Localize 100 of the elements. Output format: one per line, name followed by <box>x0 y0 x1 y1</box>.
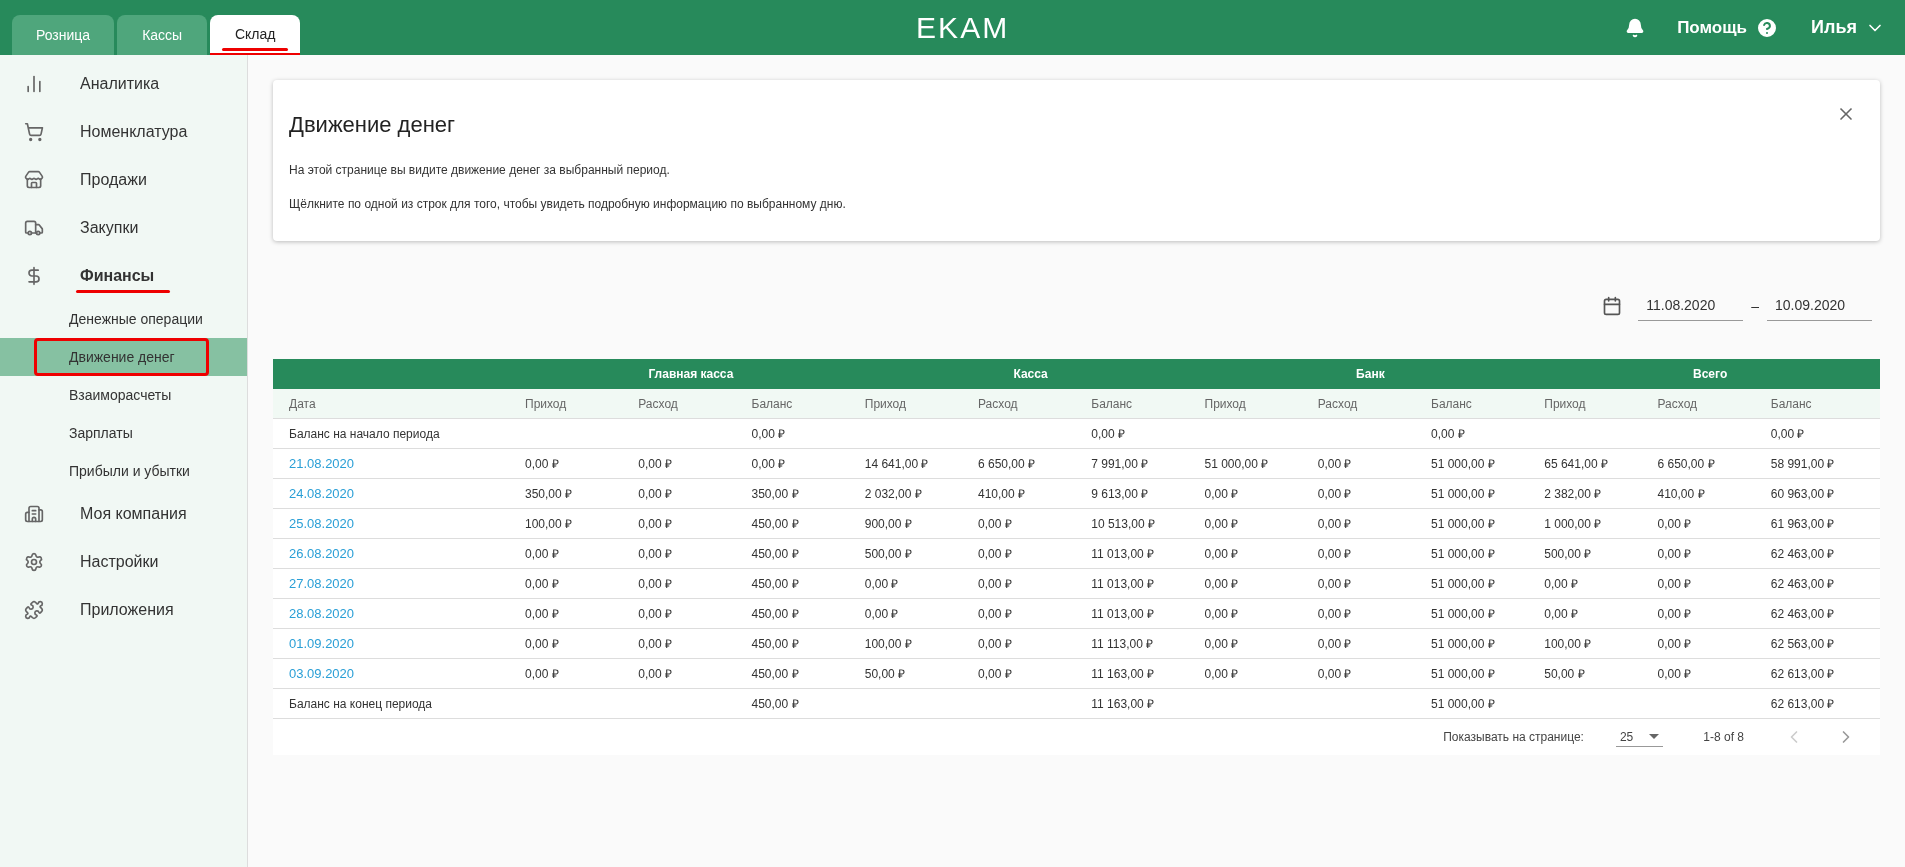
table-cell-text: 450,00 ₽ <box>750 515 800 533</box>
sidebar-item[interactable]: Номенклатура <box>0 108 247 156</box>
sidebar-item[interactable]: Настройки <box>0 538 247 586</box>
table-cell-text: 51 000,00 ₽ <box>1430 605 1496 623</box>
row-label: Баланс на начало периода <box>288 425 441 443</box>
column-header: Расход <box>977 395 1019 413</box>
table-cell-text: 62 463,00 ₽ <box>1769 605 1836 623</box>
table-cell-text: 11 163,00 ₽ <box>1090 695 1156 713</box>
row-label: Баланс на конец периода <box>288 695 434 713</box>
table-cell-text: 0,00 ₽ <box>1203 605 1240 623</box>
date-separator: – <box>1751 296 1759 316</box>
sidebar-item[interactable]: Приложения <box>0 586 247 634</box>
column-header: Баланс <box>1090 395 1134 413</box>
table-cell-text: 11 013,00 ₽ <box>1090 605 1156 623</box>
table-cell-text: 62 463,00 ₽ <box>1769 545 1836 563</box>
table-cell-text: 62 563,00 ₽ <box>1769 635 1836 653</box>
page-size-label: Показывать на странице: <box>1443 729 1584 746</box>
column-header: Баланс <box>1769 395 1813 413</box>
table-cell-text: 0,00 ₽ <box>863 605 900 623</box>
table-cell-text: 51 000,00 ₽ <box>1430 545 1496 563</box>
table-cell-text: 51 000,00 ₽ <box>1430 515 1496 533</box>
table-cell-text: 0,00 ₽ <box>1090 425 1126 443</box>
page-size-select[interactable]: 25 <box>1615 727 1664 747</box>
table-cell-text: 350,00 ₽ <box>524 485 574 503</box>
sidebar-item[interactable]: Закупки <box>0 204 247 252</box>
column-header: Расход <box>1656 395 1699 413</box>
table-cell-text: 0,00 ₽ <box>1316 485 1353 503</box>
table-cell-text: 0,00 ₽ <box>1656 665 1693 683</box>
table-cell-text: 0,00 ₽ <box>637 455 673 473</box>
sidebar-subitem[interactable]: Движение денег <box>0 338 247 376</box>
sidebar-subitem[interactable]: Зарплаты <box>0 414 247 452</box>
table-cell-text: 0,00 ₽ <box>524 545 560 563</box>
bell-icon[interactable] <box>1625 17 1646 38</box>
sidebar-item[interactable]: Продажи <box>0 156 247 204</box>
table-cell-text: 50,00 ₽ <box>1543 665 1586 683</box>
building-icon <box>24 504 44 524</box>
column-header: Расход <box>637 395 679 413</box>
truck-icon <box>24 218 44 238</box>
table-cell-text: 11 163,00 ₽ <box>1090 665 1156 683</box>
table-cell-text: 9 613,00 ₽ <box>1090 485 1150 503</box>
date-to-field[interactable]: 10.09.2020 <box>1767 291 1872 321</box>
table-cell-text: 0,00 ₽ <box>637 485 673 503</box>
table-cell-text: 450,00 ₽ <box>750 695 800 713</box>
table-cell-text: 51 000,00 ₽ <box>1430 635 1496 653</box>
table-cell-text: 100,00 ₽ <box>1543 635 1593 653</box>
table-cell-text: 0,00 ₽ <box>1543 605 1579 623</box>
table-cell-text: 0,00 ₽ <box>1656 515 1693 533</box>
table-cell-text: 0,00 ₽ <box>863 575 900 593</box>
table-cell-text: 900,00 ₽ <box>863 515 913 533</box>
sidebar-subitem[interactable]: Взаиморасчеты <box>0 376 247 414</box>
table-cell-text: 0,00 ₽ <box>637 665 673 683</box>
table-cell-text: 14 641,00 ₽ <box>863 455 930 473</box>
table-row[interactable]: 24.08.2020 350,00 ₽ 0,00 ₽ 350,00 ₽ 2 032,00 ₽ 410,00 ₽ 9 613,00 ₽ 0,00 ₽ 0,00 ₽ 51 000,00 ₽ 2 382,00 ₽ 410,00 ₽ 60 963,00 ₽ <box>273 479 1880 509</box>
table-row[interactable]: 26.08.2020 0,00 ₽ 0,00 ₽ 450,00 ₽ 500,00 ₽ 0,00 ₽ 11 013,00 ₽ 0,00 ₽ 0,00 ₽ 51 000,00 ₽ 500,00 ₽ 0,00 ₽ 62 463,00 ₽ <box>273 539 1880 569</box>
group-header: Главная касса <box>647 366 735 383</box>
table-cell-text: 62 613,00 ₽ <box>1769 695 1836 713</box>
table-cell-text: 0,00 ₽ <box>1203 545 1240 563</box>
table-row[interactable]: 21.08.2020 0,00 ₽ 0,00 ₽ 0,00 ₽ 14 641,00 ₽ 6 650,00 ₽ 7 991,00 ₽ 51 000,00 ₽ 0,00 ₽ 51 000,00 ₽ 65 641,00 ₽ 6 650,00 ₽ 58 991,00 ₽ <box>273 449 1880 479</box>
page-range: 1-8 of 8 <box>1703 729 1744 746</box>
table-row[interactable]: Баланс на конец периода 450,00 ₽ 11 163,00 ₽ 51 000,00 ₽ 62 613,00 ₽ <box>273 689 1880 719</box>
table-row[interactable]: 25.08.2020 100,00 ₽ 0,00 ₽ 450,00 ₽ 900,00 ₽ 0,00 ₽ 10 513,00 ₽ 0,00 ₽ 0,00 ₽ 51 000,00 ₽ 1 000,00 ₽ 0,00 ₽ 61 963,00 ₽ <box>273 509 1880 539</box>
table-cell-text: 0,00 ₽ <box>1316 545 1353 563</box>
tab[interactable]: Склад <box>210 15 301 55</box>
puzzle-icon <box>24 600 44 620</box>
table-cell-text: 10 513,00 ₽ <box>1090 515 1156 533</box>
table-cell-text: 0,00 ₽ <box>977 665 1013 683</box>
table-cell-text: 0,00 ₽ <box>637 635 673 653</box>
table-cell-text: 0,00 ₽ <box>1316 635 1353 653</box>
sidebar-subitem[interactable]: Денежные операции <box>0 300 247 338</box>
table-cell-text: 62 613,00 ₽ <box>1769 665 1836 683</box>
dropdown-caret-icon <box>1649 734 1660 739</box>
sidebar-item[interactable]: Аналитика <box>0 60 247 108</box>
user-menu[interactable]: Илья <box>1811 14 1857 41</box>
table-cell-text: 0,00 ₽ <box>1316 515 1353 533</box>
table-cell-text: 0,00 ₽ <box>524 455 560 473</box>
table-cell-text: 11 013,00 ₽ <box>1090 545 1156 563</box>
calendar-icon[interactable] <box>1602 296 1623 316</box>
table-row[interactable]: 01.09.2020 0,00 ₽ 0,00 ₽ 450,00 ₽ 100,00 ₽ 0,00 ₽ 11 113,00 ₽ 0,00 ₽ 0,00 ₽ 51 000,00 ₽ 100,00 ₽ 0,00 ₽ 62 563,00 ₽ <box>273 629 1880 659</box>
column-header: Приход <box>1543 395 1587 413</box>
table-cell-text: 100,00 ₽ <box>863 635 913 653</box>
table-cell-text: 500,00 ₽ <box>863 545 913 563</box>
table-cell-text: 100,00 ₽ <box>524 515 574 533</box>
table-row[interactable]: 28.08.2020 0,00 ₽ 0,00 ₽ 450,00 ₽ 0,00 ₽ 0,00 ₽ 11 013,00 ₽ 0,00 ₽ 0,00 ₽ 51 000,00 ₽ 0,00 ₽ 0,00 ₽ 62 463,00 ₽ <box>273 599 1880 629</box>
settings-icon <box>24 552 44 572</box>
table-cell-text: 500,00 ₽ <box>1543 545 1593 563</box>
sidebar-subitem[interactable]: Прибыли и убытки <box>0 452 247 490</box>
sidebar-item[interactable]: Финансы <box>0 252 247 300</box>
sidebar-item[interactable]: Моя компания <box>0 490 247 538</box>
table-cell-text: 51 000,00 ₽ <box>1430 665 1496 683</box>
date-from-field[interactable]: 11.08.2020 <box>1638 291 1744 321</box>
table-cell-text: 0,00 ₽ <box>1543 575 1579 593</box>
column-header: Приход <box>524 395 568 413</box>
table-cell-text: 0,00 ₽ <box>1316 575 1353 593</box>
table-cell-text: 0,00 ₽ <box>524 605 560 623</box>
table-row[interactable]: 03.09.2020 0,00 ₽ 0,00 ₽ 450,00 ₽ 50,00 ₽ 0,00 ₽ 11 163,00 ₽ 0,00 ₽ 0,00 ₽ 51 000,00 ₽ 50,00 ₽ 0,00 ₽ 62 613,00 ₽ <box>273 659 1880 689</box>
help-link[interactable]: Помощь <box>1677 14 1748 41</box>
table-row[interactable]: 27.08.2020 0,00 ₽ 0,00 ₽ 450,00 ₽ 0,00 ₽ 0,00 ₽ 11 013,00 ₽ 0,00 ₽ 0,00 ₽ 51 000,00 ₽ 0,00 ₽ 0,00 ₽ 62 463,00 ₽ <box>273 569 1880 599</box>
table-row[interactable]: Баланс на начало периода 0,00 ₽ 0,00 ₽ 0,00 ₽ 0,00 ₽ <box>273 419 1880 449</box>
column-header: Приход <box>1203 395 1247 413</box>
table-cell-text: 450,00 ₽ <box>750 635 800 653</box>
